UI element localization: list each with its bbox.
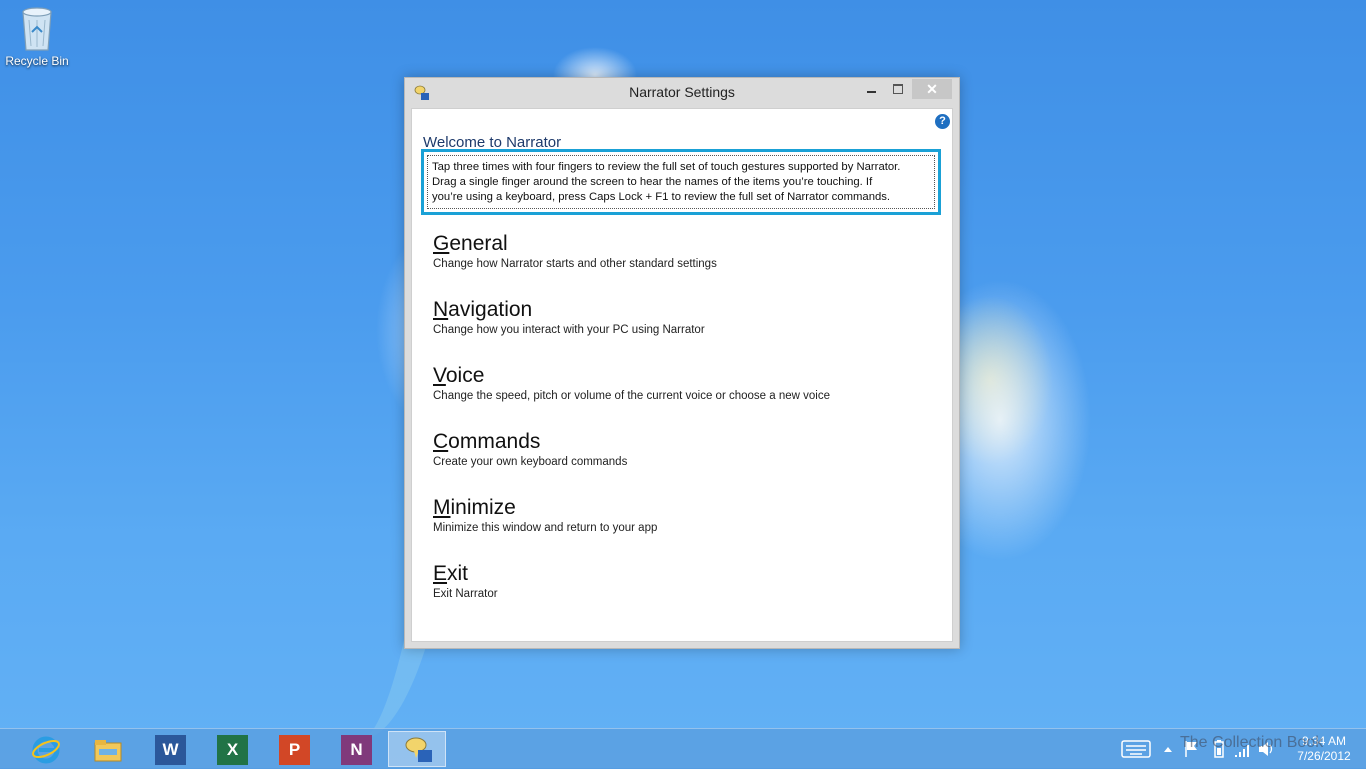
welcome-info-box[interactable]: Tap three times with four fingers to rev… [421,149,941,215]
info-line: Tap three times with four fingers to rev… [432,161,901,173]
file-explorer-button[interactable] [78,731,136,767]
powerpoint-button[interactable]: P [264,731,322,767]
minimize-link[interactable]: Minimize Minimize this window and return… [433,496,657,534]
voice-description: Change the speed, pitch or volume of the… [433,390,830,402]
word-button[interactable]: W [140,731,198,767]
navigation-description: Change how you interact with your PC usi… [433,324,705,336]
maximize-icon [893,84,903,94]
info-line: you’re using a keyboard, press Caps Lock… [432,191,891,203]
recycle-bin-icon [22,7,52,51]
onenote-button[interactable]: N [326,731,384,767]
exit-link[interactable]: Exit Exit Narrator [433,562,498,600]
general-description: Change how Narrator starts and other sta… [433,258,717,270]
narrator-settings-window: Narrator Settings ✕ ? Welcome to Narrato… [404,77,960,649]
minimize-icon [867,91,876,93]
exit-heading: Exit [433,562,469,585]
excel-button[interactable]: X [202,731,260,767]
word-icon: W [155,735,186,765]
minimize-description: Minimize this window and return to your … [433,522,658,534]
minimize-heading: Minimize [433,496,516,519]
voice-link[interactable]: Voice Change the speed, pitch or volume … [433,364,830,402]
watermark-text: The Collection Book [1180,734,1324,751]
narrator-icon [405,737,432,762]
general-link[interactable]: General Change how Narrator starts and o… [433,232,717,270]
navigation-link[interactable]: Navigation Change how you interact with … [433,298,705,336]
title-bar[interactable]: Narrator Settings ✕ [405,78,959,108]
maximize-button[interactable] [884,79,912,99]
commands-link[interactable]: Commands Create your own keyboard comman… [433,430,627,468]
settings-panel: ? Welcome to Narrator Tap three times wi… [411,108,953,642]
powerpoint-icon: P [279,735,310,765]
navigation-heading: Navigation [433,298,533,321]
excel-icon: X [217,735,248,765]
help-icon[interactable]: ? [935,114,950,129]
touch-keyboard-icon[interactable] [1118,729,1154,769]
close-icon: ✕ [926,81,938,97]
file-explorer-icon [94,740,122,762]
recycle-bin-label: Recycle Bin [5,54,69,68]
show-hidden-icons-icon[interactable] [1160,729,1176,769]
taskbar: W X P N 9:34 AM 7/26/2012 [0,728,1366,769]
internet-explorer-icon [32,736,60,764]
onenote-icon: N [341,735,372,765]
general-heading: General [433,232,508,255]
internet-explorer-button[interactable] [16,731,74,767]
close-button[interactable]: ✕ [912,79,952,99]
minimize-button[interactable] [857,79,885,99]
exit-description: Exit Narrator [433,588,498,600]
info-line: Drag a single finger around the screen t… [432,176,873,188]
welcome-info-text: Tap three times with four fingers to rev… [427,155,935,209]
narrator-taskbar-button[interactable] [388,731,446,767]
commands-heading: Commands [433,430,541,453]
commands-description: Create your own keyboard commands [433,456,628,468]
voice-heading: Voice [433,364,485,387]
recycle-bin[interactable]: Recycle Bin [4,6,70,68]
